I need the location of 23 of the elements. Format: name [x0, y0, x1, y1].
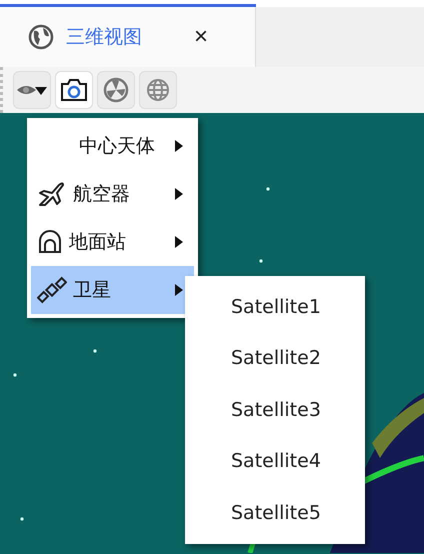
- dome-icon: [37, 229, 63, 255]
- caret-icon: [174, 187, 184, 201]
- toolbar-button[interactable]: [13, 71, 51, 109]
- globe-icon: [145, 77, 171, 103]
- airplane-icon: [37, 180, 67, 208]
- toolbar-button[interactable]: [55, 71, 93, 109]
- satellite-icon: [37, 276, 67, 304]
- view-tab[interactable]: 三维视图 ×: [0, 7, 256, 67]
- camera-icon: [60, 78, 88, 102]
- caret-icon: [174, 139, 184, 153]
- menu-item[interactable]: Satellite5: [185, 487, 365, 538]
- close-button[interactable]: ×: [190, 23, 212, 51]
- menu-item[interactable]: 地面站: [31, 218, 194, 266]
- menu-item[interactable]: Satellite3: [185, 384, 365, 436]
- menu-item[interactable]: 卫星: [31, 266, 194, 314]
- menu-item[interactable]: 中心天体: [31, 122, 194, 170]
- menu-item[interactable]: 航空器: [31, 170, 194, 218]
- menu-item[interactable]: Satellite2: [185, 332, 365, 384]
- menu-item[interactable]: Satellite4: [185, 436, 365, 487]
- caret-icon: [174, 235, 184, 249]
- fan-icon: [103, 77, 129, 103]
- tab-title: 三维视图: [66, 25, 142, 50]
- globe-icon: [28, 24, 54, 50]
